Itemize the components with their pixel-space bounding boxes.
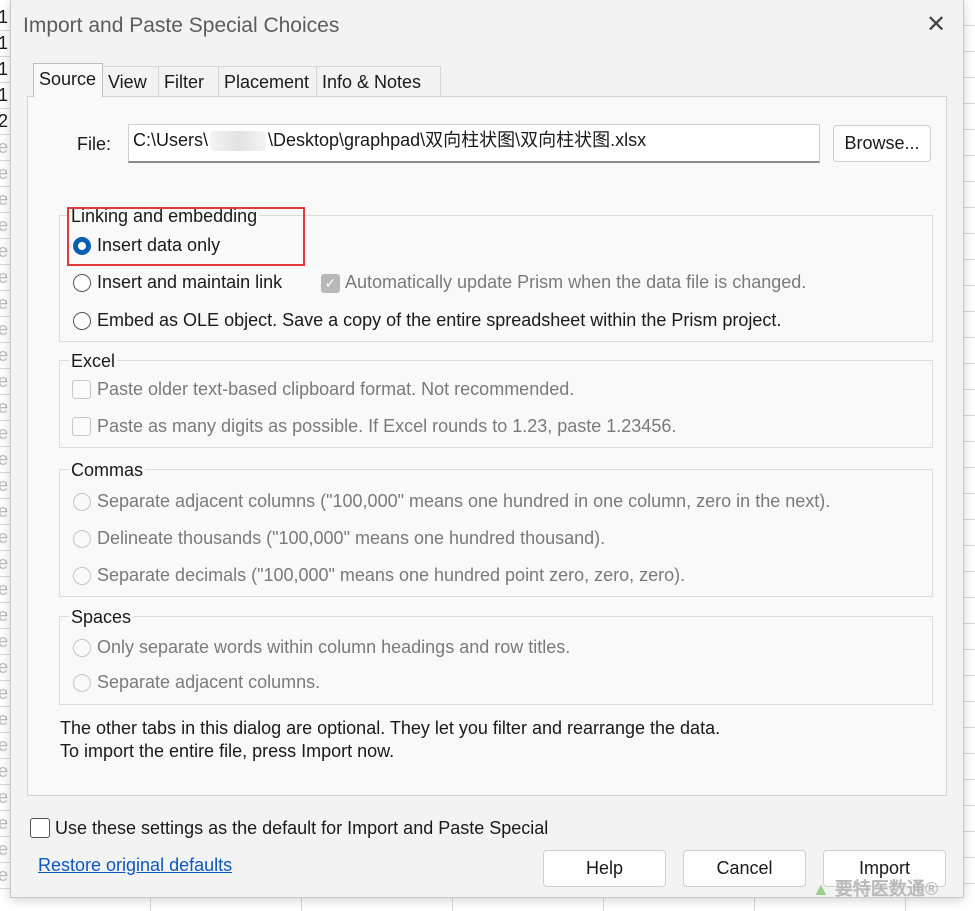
background-spreadsheet-right (964, 0, 975, 911)
import-paste-dialog: Import and Paste Special Choices ✕ Sourc… (10, 0, 964, 898)
help-button[interactable]: Help (543, 850, 666, 887)
browse-button[interactable]: Browse... (833, 125, 931, 162)
insert-maintain-link-label: Insert and maintain link (97, 272, 283, 292)
info-line-2: To import the entire file, press Import … (60, 741, 395, 761)
delineate-thousands-radio[interactable] (73, 530, 91, 548)
embed-ole-label: Embed as OLE object. Save a copy of the … (97, 310, 782, 330)
paste-digits-label: Paste as many digits as possible. If Exc… (97, 416, 677, 436)
commas-heading: Commas (69, 460, 146, 481)
separate-columns-commas-radio[interactable] (73, 493, 91, 511)
paste-older-label: Paste older text-based clipboard format.… (97, 379, 575, 399)
info-line-1: The other tabs in this dialog are option… (60, 718, 721, 738)
delineate-thousands-label: Delineate thousands ("100,000" means one… (97, 528, 606, 548)
tab-placement[interactable]: Placement (218, 66, 317, 96)
redacted-username (210, 131, 267, 152)
default-settings-label: Use these settings as the default for Im… (55, 818, 549, 838)
insert-data-only-label: Insert data only (97, 235, 221, 255)
restore-defaults-link[interactable]: Restore original defaults (38, 855, 232, 876)
close-icon[interactable]: ✕ (923, 12, 949, 38)
paste-digits-checkbox[interactable] (72, 417, 91, 436)
paste-older-checkbox[interactable] (72, 380, 91, 399)
watermark-leaf-icon: ▲ (812, 879, 830, 899)
spaces-heading: Spaces (69, 607, 134, 628)
insert-data-only-radio[interactable] (73, 237, 91, 255)
auto-update-label: Automatically update Prism when the data… (345, 272, 807, 292)
file-path-prefix: C:\Users\ (133, 130, 209, 150)
auto-update-checkbox[interactable]: ✓ (321, 274, 340, 293)
insert-maintain-link-radio[interactable] (73, 274, 91, 292)
linking-heading: Linking and embedding (69, 206, 260, 227)
watermark-text: 要特医数通® (834, 879, 939, 899)
only-words-label: Only separate words within column headin… (97, 637, 571, 657)
watermark-logo: ▲ 要特医数通® (812, 875, 938, 905)
only-words-radio[interactable] (73, 639, 91, 657)
file-path-field[interactable]: C:\Users\ \Desktop\graphpad\双向柱状图\双向柱状图.x… (128, 124, 820, 163)
cancel-button[interactable]: Cancel (683, 850, 806, 887)
separate-decimals-label: Separate decimals ("100,000" means one h… (97, 565, 686, 585)
tab-info-notes[interactable]: Info & Notes (316, 66, 441, 96)
tab-view[interactable]: View (102, 66, 159, 96)
dialog-title: Import and Paste Special Choices (23, 14, 340, 37)
separate-decimals-radio[interactable] (73, 567, 91, 585)
default-settings-checkbox[interactable] (30, 818, 50, 838)
excel-heading: Excel (69, 351, 118, 372)
embed-ole-radio[interactable] (73, 312, 91, 330)
separate-columns-commas-label: Separate adjacent columns ("100,000" mea… (97, 491, 831, 511)
separate-columns-spaces-label: Separate adjacent columns. (97, 672, 321, 692)
file-path-suffix: \Desktop\graphpad\双向柱状图\双向柱状图.xlsx (268, 130, 647, 150)
tab-source[interactable]: Source (33, 63, 103, 97)
file-label: File: (77, 134, 112, 154)
separate-columns-spaces-radio[interactable] (73, 674, 91, 692)
tab-filter[interactable]: Filter (158, 66, 219, 96)
